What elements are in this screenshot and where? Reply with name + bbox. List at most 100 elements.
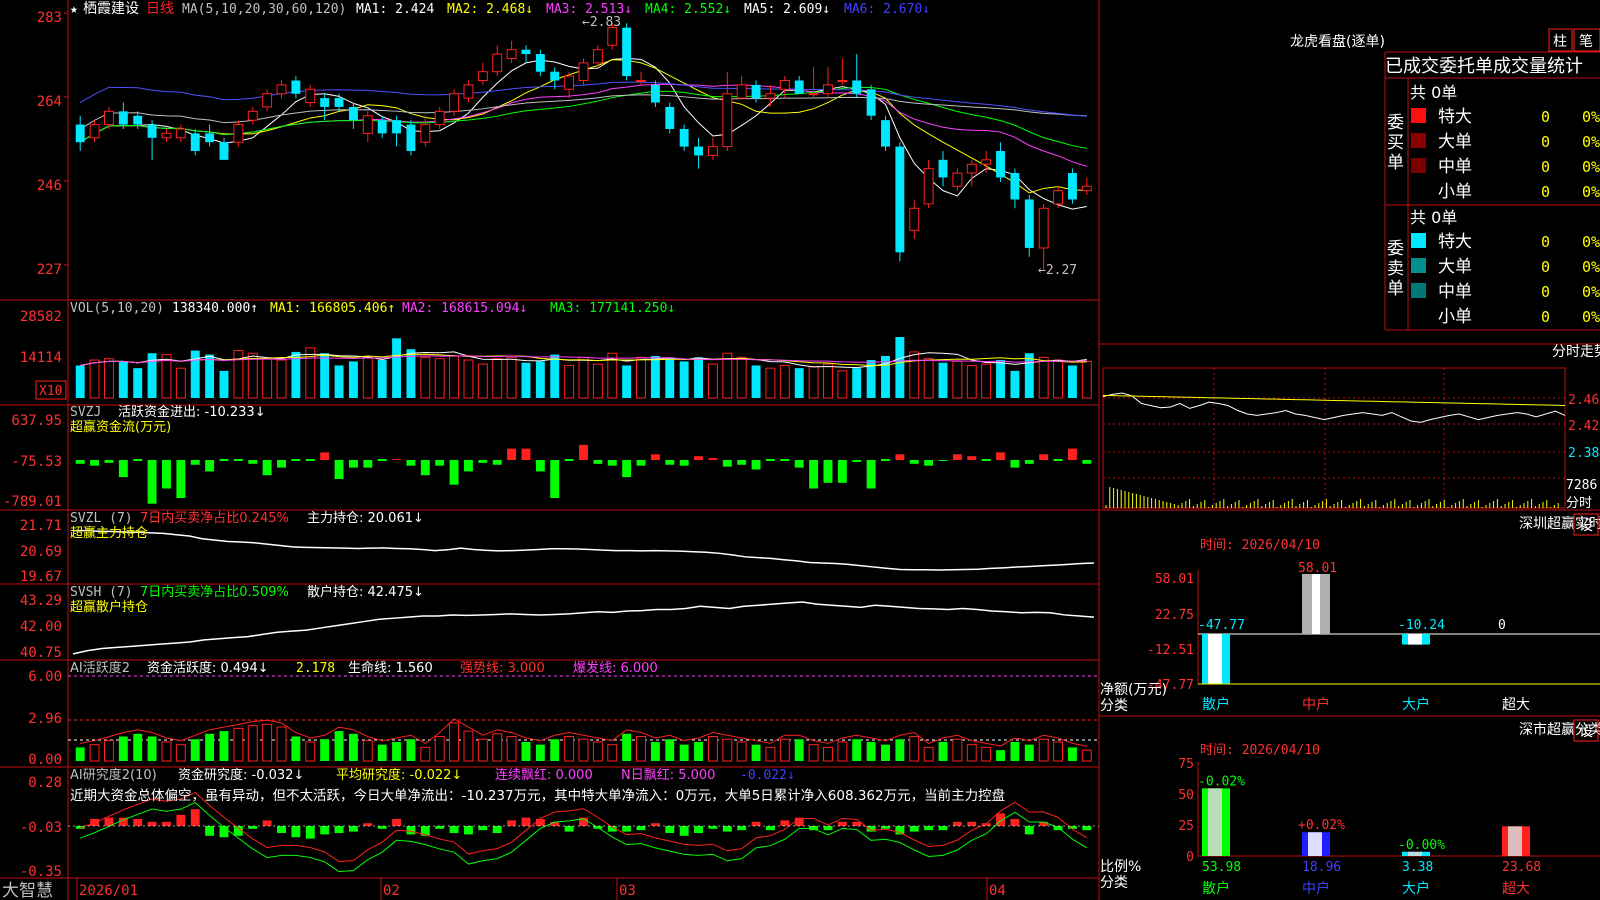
- volume-bar[interactable]: [981, 363, 992, 399]
- flow-bar[interactable]: [205, 460, 215, 472]
- flow-bar[interactable]: [794, 460, 804, 468]
- volume-bar[interactable]: [1024, 353, 1034, 398]
- candle-body[interactable]: [420, 124, 431, 143]
- ai-research-panel[interactable]: [68, 791, 1099, 873]
- flow-bar[interactable]: [852, 460, 862, 462]
- flow-bar[interactable]: [1039, 454, 1049, 460]
- volume-bar[interactable]: [779, 364, 790, 399]
- activity-bar[interactable]: [392, 741, 402, 761]
- candle-body[interactable]: [392, 120, 402, 134]
- flow-bar[interactable]: [938, 460, 948, 461]
- activity-bar[interactable]: [1067, 747, 1077, 761]
- flow-bar[interactable]: [708, 458, 718, 460]
- volume-bar[interactable]: [823, 363, 833, 399]
- flow-bar[interactable]: [1082, 460, 1092, 464]
- activity-bar[interactable]: [578, 738, 589, 762]
- research-bar[interactable]: [277, 826, 286, 833]
- volume-bar[interactable]: [103, 358, 114, 399]
- candle-body[interactable]: [938, 159, 948, 178]
- research-bar[interactable]: [952, 821, 962, 826]
- candle-body[interactable]: [909, 207, 920, 231]
- candle-body[interactable]: [765, 93, 776, 99]
- candle-body[interactable]: [348, 106, 358, 121]
- flow-bar[interactable]: [1067, 448, 1077, 460]
- research-bar[interactable]: [837, 821, 847, 826]
- activity-bar[interactable]: [1010, 741, 1020, 761]
- activity-bar[interactable]: [622, 733, 632, 761]
- period-label[interactable]: 日线: [146, 1, 174, 17]
- volume-bar[interactable]: [219, 370, 229, 398]
- volume-bar[interactable]: [592, 363, 603, 399]
- volume-bar[interactable]: [895, 336, 905, 398]
- activity-bar[interactable]: [923, 746, 934, 762]
- activity-bar[interactable]: [233, 727, 244, 762]
- candle-body[interactable]: [219, 142, 229, 160]
- research-bar[interactable]: [737, 826, 747, 831]
- volume-bar[interactable]: [794, 368, 804, 398]
- candle-body[interactable]: [118, 111, 128, 125]
- candle-body[interactable]: [362, 115, 373, 134]
- volume-bar[interactable]: [938, 362, 948, 398]
- candle-body[interactable]: [866, 89, 876, 116]
- flow-bar[interactable]: [665, 460, 675, 465]
- volume-bar[interactable]: [463, 359, 474, 399]
- activity-bar[interactable]: [406, 739, 416, 761]
- research-bar[interactable]: [665, 826, 675, 833]
- flow-bar[interactable]: [219, 459, 229, 461]
- activity-bar[interactable]: [506, 736, 517, 762]
- candle-body[interactable]: [406, 124, 416, 151]
- candle-body[interactable]: [895, 146, 905, 253]
- volume-bar[interactable]: [1067, 365, 1077, 398]
- activity-bar[interactable]: [492, 733, 503, 762]
- flow-bar[interactable]: [190, 460, 200, 465]
- volume-bar[interactable]: [175, 367, 186, 399]
- flow-bar[interactable]: [837, 460, 847, 483]
- flow-bar[interactable]: [780, 459, 790, 461]
- candle-body[interactable]: [996, 151, 1005, 178]
- activity-bar[interactable]: [794, 739, 804, 761]
- volume-bar[interactable]: [506, 356, 517, 399]
- activity-bar[interactable]: [679, 744, 689, 761]
- candle-body[interactable]: [377, 120, 387, 134]
- activity-bar[interactable]: [434, 736, 445, 762]
- flow-bar[interactable]: [564, 459, 574, 461]
- volume-bar[interactable]: [262, 358, 273, 399]
- activity-bar[interactable]: [751, 744, 761, 761]
- flow-bar[interactable]: [334, 460, 344, 479]
- flow-bar[interactable]: [751, 460, 761, 470]
- kline-panel[interactable]: [75, 23, 1092, 270]
- flow-bar[interactable]: [118, 460, 128, 478]
- flow-bar[interactable]: [262, 460, 272, 476]
- research-bar[interactable]: [205, 826, 215, 836]
- candle-body[interactable]: [291, 80, 301, 94]
- candle-body[interactable]: [923, 168, 934, 205]
- candle-body[interactable]: [320, 98, 330, 107]
- activity-bar[interactable]: [636, 736, 646, 762]
- volume-bar[interactable]: [707, 363, 718, 399]
- flow-bar[interactable]: [104, 460, 114, 463]
- research-bar[interactable]: [622, 826, 632, 832]
- candle-body[interactable]: [550, 71, 560, 81]
- research-bar[interactable]: [967, 821, 977, 826]
- activity-bar[interactable]: [1081, 749, 1092, 762]
- activity-bar[interactable]: [852, 739, 862, 761]
- candle-body[interactable]: [535, 54, 545, 72]
- candle-body[interactable]: [592, 49, 603, 64]
- flow-bar[interactable]: [291, 459, 301, 461]
- flow-bar[interactable]: [392, 459, 402, 460]
- candle-body[interactable]: [506, 49, 517, 59]
- flow-bar[interactable]: [435, 460, 445, 466]
- candle-body[interactable]: [133, 115, 143, 125]
- activity-bar[interactable]: [133, 733, 143, 761]
- candle-body[interactable]: [190, 133, 200, 151]
- volume-bar[interactable]: [118, 361, 128, 398]
- research-bar[interactable]: [478, 826, 488, 831]
- activity-bar[interactable]: [205, 733, 215, 761]
- activity-bar[interactable]: [521, 741, 531, 761]
- ai-activity-panel[interactable]: [68, 675, 1099, 762]
- candle-body[interactable]: [837, 80, 848, 82]
- volume-bar[interactable]: [348, 361, 358, 398]
- flow-bar[interactable]: [507, 448, 517, 460]
- volume-bar[interactable]: [434, 358, 445, 399]
- flow-bar[interactable]: [579, 444, 588, 460]
